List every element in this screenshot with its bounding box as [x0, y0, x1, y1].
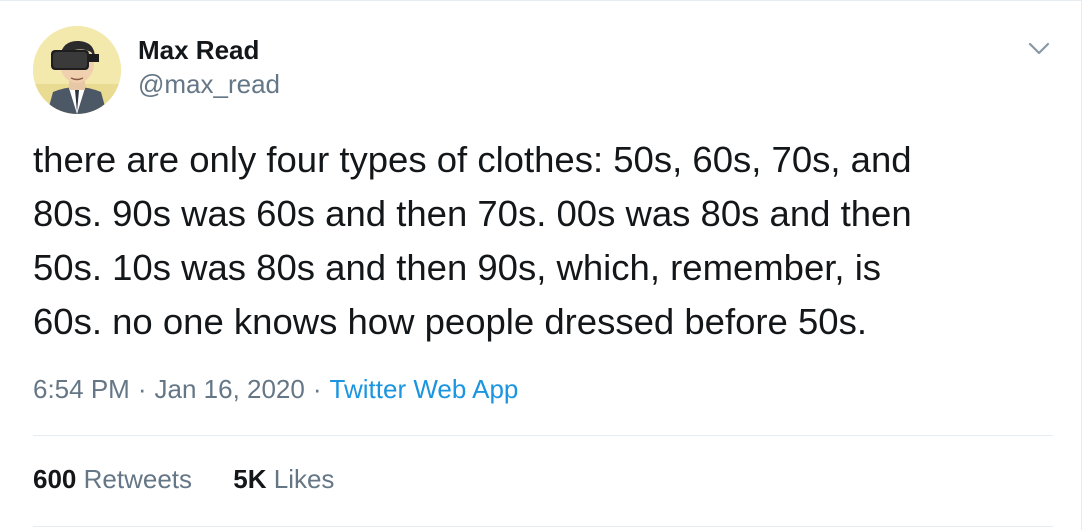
meta-separator: ·: [312, 374, 322, 404]
tweet-date[interactable]: Jan 16, 2020: [155, 374, 305, 404]
retweets-count: 600: [33, 464, 77, 494]
tweet-meta: 6:54 PM · Jan 16, 2020 · Twitter Web App: [33, 373, 518, 405]
likes-label: Likes: [273, 464, 335, 494]
chevron-down-icon[interactable]: [1026, 35, 1052, 61]
tweet-stats: 600 Retweets 5K Likes: [33, 463, 368, 495]
meta-separator: ·: [137, 374, 147, 404]
tweet-time[interactable]: 6:54 PM: [33, 374, 130, 404]
retweets-stat[interactable]: 600 Retweets: [33, 463, 192, 495]
likes-count: 5K: [233, 464, 267, 494]
tweet-line: 60s. no one knows how people dressed bef…: [33, 301, 867, 342]
tweet-line: 80s. 90s was 60s and then 70s. 00s was 8…: [33, 193, 912, 234]
avatar[interactable]: [33, 26, 121, 114]
tweet-source-link[interactable]: Twitter Web App: [330, 374, 519, 404]
divider: [33, 526, 1053, 527]
tweet-line: 50s. 10s was 80s and then 90s, which, re…: [33, 247, 882, 288]
divider: [33, 435, 1053, 436]
likes-stat[interactable]: 5K Likes: [233, 463, 334, 495]
tweet-card: Max Read @max_read there are only four t…: [0, 0, 1082, 530]
author-name[interactable]: Max Read: [138, 35, 259, 65]
avatar-illustration: [33, 26, 121, 114]
retweets-label: Retweets: [83, 464, 193, 494]
author-handle[interactable]: @max_read: [138, 69, 280, 99]
tweet-text: there are only four types of clothes: 50…: [33, 133, 1043, 349]
tweet-line: there are only four types of clothes: 50…: [33, 139, 912, 180]
